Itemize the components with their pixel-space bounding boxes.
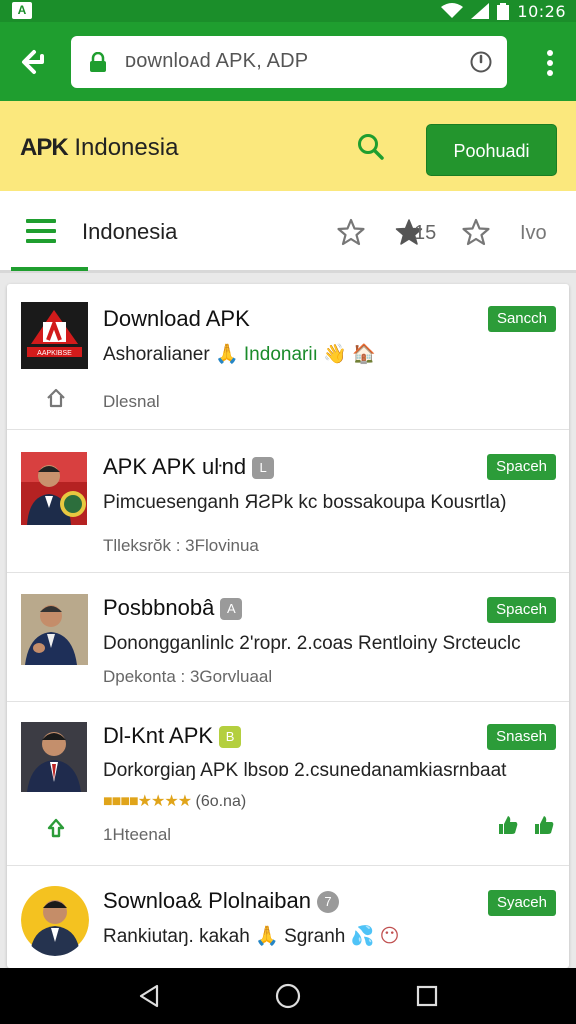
clock: 10:26: [517, 1, 566, 21]
star-icon[interactable]: [336, 217, 366, 247]
app-description: Dorkorgiaŋ APK lbsoɒ 2.csunedanamkiasrnb…: [103, 760, 507, 781]
thumbs-up-icon[interactable]: [497, 814, 519, 836]
app-name: Dl-Knt APK: [103, 723, 214, 748]
person-photo-icon: [21, 722, 87, 792]
star-count: 15: [414, 222, 437, 244]
info-tag-icon: 7: [316, 891, 339, 913]
status-bar: A 10:26: [0, 0, 576, 22]
app-thumbnail: [21, 452, 87, 525]
app-meta: 1Hteenal: [103, 825, 172, 844]
search-badge[interactable]: Sancch: [487, 306, 556, 332]
hamburger-menu-icon[interactable]: [26, 219, 56, 243]
more-link[interactable]: Ivo: [520, 222, 547, 245]
star-outline-icon[interactable]: [461, 217, 491, 247]
app-meta: Dlesnal: [103, 392, 160, 411]
system-nav-bar: [0, 968, 576, 1024]
app-name: APK APK uŀnd: [103, 454, 247, 479]
app-thumbnail: [21, 594, 88, 665]
info-tag-icon: B: [219, 726, 242, 748]
active-tab-indicator: [11, 267, 88, 271]
person-photo-icon: [21, 594, 88, 665]
browser-toolbar: ᴅownloᴀd APK, ADP: [0, 22, 576, 101]
signal-icon: [471, 3, 490, 19]
app-description: Rankiutaŋ. kakah 🙏 Sgranh 💦 😶: [103, 926, 400, 947]
emoji-icon: 🙏: [255, 926, 279, 947]
apk-logo-icon: AAPKIBSE: [21, 302, 88, 369]
search-badge[interactable]: Spaceh: [487, 597, 556, 623]
nav-back-icon[interactable]: [137, 984, 161, 1008]
person-photo-icon: [21, 452, 87, 525]
nav-recents-icon[interactable]: [416, 985, 438, 1007]
upload-icon: [47, 818, 65, 838]
search-badge[interactable]: Syaceh: [487, 890, 556, 916]
battery-icon: [497, 2, 510, 20]
site-header: APK Indonesia Poohuadi: [0, 101, 576, 191]
thumbs-up-icon[interactable]: [533, 814, 555, 836]
search-icon[interactable]: [356, 132, 386, 162]
app-list: AAPKIBSE Download APK Ashoralianer 🙏 Ind…: [7, 284, 569, 968]
info-tag-icon: L: [252, 457, 275, 479]
app-thumbnail: [21, 884, 89, 956]
list-item[interactable]: Dl-Knt APK B Dorkorgiaŋ APK lbsoɒ 2.csune…: [7, 702, 569, 866]
lock-icon: [90, 52, 106, 72]
app-name: Sownloa& Plolnaiban: [103, 888, 311, 913]
person-photo-icon: [21, 886, 89, 956]
reload-icon[interactable]: [469, 50, 493, 74]
list-item[interactable]: Posbbnobâ A Donongganlinlc 2'ropr. 2.coas…: [7, 573, 569, 702]
nav-home-icon[interactable]: [275, 983, 301, 1009]
wifi-icon: [441, 3, 464, 18]
emoji-icon: 🙏: [214, 344, 239, 365]
home-icon: [47, 388, 65, 408]
back-arrow-icon[interactable]: [16, 46, 48, 78]
category-bar: Indonesia 15 Ivo: [0, 191, 576, 273]
app-description: Pimcuesenganh ЯƧPk kc bossakoupa Kousrtl…: [103, 492, 507, 513]
list-item[interactable]: AAPKIBSE Download APK Ashoralianer 🙏 Ind…: [7, 284, 569, 430]
overflow-menu-icon[interactable]: [546, 50, 554, 76]
brand-logo: APK: [20, 134, 69, 161]
app-description: Donongganlinlc 2'ropr. 2.coas Rentloiny …: [103, 633, 521, 654]
emoji-icon: 👋: [323, 344, 347, 365]
search-badge[interactable]: Snaseh: [487, 724, 556, 750]
app-name: Download APK: [103, 306, 250, 331]
url-field[interactable]: ᴅownloᴀd APK, ADP: [71, 36, 507, 88]
app-meta: Tlleksrŏk : 3Flovinua: [103, 536, 259, 555]
app-icon: A: [12, 2, 32, 19]
rating-stars-icon: ■■■■★★★★: [103, 793, 192, 810]
app-description: Ashoralianer 🙏 Indonariı 👋 🏠: [103, 344, 376, 365]
app-thumbnail: AAPKIBSE: [21, 302, 88, 369]
brand-text: Indonesia: [74, 134, 179, 161]
rating-count: (6o.na): [195, 793, 247, 810]
rating-row: ■■■■★★★★ (6o.na): [103, 791, 246, 811]
thumb-label: AAPKIBSE: [37, 350, 72, 357]
category-title: Indonesia: [82, 219, 178, 244]
list-item[interactable]: Sownloa& Plolnaiban 7 Rankiutaŋ. kakah 🙏 …: [7, 866, 569, 968]
info-tag-icon: A: [220, 598, 243, 620]
app-thumbnail: [21, 722, 87, 792]
site-logo[interactable]: APK Indonesia: [20, 134, 178, 162]
app-name: Posbbnobâ: [103, 595, 215, 620]
emoji-icon: 😶: [379, 926, 400, 947]
list-item[interactable]: APK APK uŀnd L Pimcuesenganh ЯƧPk kc boss…: [7, 430, 569, 573]
download-button[interactable]: Poohuadi: [426, 124, 557, 176]
emoji-icon: 🏠: [352, 344, 376, 365]
app-meta: Dpekonta : 3Gorvluaal: [103, 667, 273, 686]
url-text: ᴅownloᴀd APK, ADP: [125, 50, 309, 72]
emoji-icon: 💦: [350, 926, 375, 947]
search-badge[interactable]: Spaceh: [487, 454, 556, 480]
